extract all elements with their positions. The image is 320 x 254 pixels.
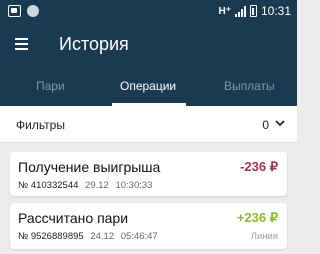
operation-meta: № 9526889895 24.12 05:46:47	[18, 231, 158, 242]
operation-title: Рассчитано пари	[18, 210, 129, 226]
filters-label: Фильтры	[16, 118, 65, 132]
tab-operations[interactable]: Операции	[120, 79, 176, 93]
status-bar: H⁺ 10:31	[0, 0, 297, 24]
chevron-down-icon[interactable]	[274, 117, 286, 129]
app-bar: История	[0, 24, 297, 66]
operation-date: 24.12	[90, 231, 115, 242]
operation-amount: +236 ₽	[236, 210, 278, 225]
tab-bar: Пари Операции Выплаты	[0, 66, 297, 106]
filters-bar[interactable]: Фильтры 0	[0, 106, 297, 143]
photo-notification-icon	[8, 5, 21, 17]
operation-date: 29.12	[85, 180, 109, 191]
operation-number: № 410332544	[18, 180, 79, 191]
operation-number: № 9526889895	[18, 231, 84, 242]
signal-strength-icon	[234, 5, 246, 17]
operation-amount: -236 ₽	[240, 159, 278, 174]
operation-time: 05:46:47	[120, 231, 158, 242]
network-type-label: H⁺	[218, 5, 231, 17]
page-title: История	[59, 34, 129, 54]
operation-card[interactable]: Рассчитано пари +236 ₽ № 9526889895 24.1…	[10, 203, 287, 249]
status-time: 10:31	[260, 4, 291, 18]
operation-meta: № 410332544 29.12 10:30:33	[18, 180, 152, 191]
filters-count: 0	[262, 118, 269, 132]
tab-payouts[interactable]: Выплаты	[224, 79, 275, 93]
operation-title: Получение выигрыша	[18, 159, 161, 175]
operation-card[interactable]: Получение выигрыша -236 ₽ № 410332544 29…	[10, 152, 287, 196]
tab-bets[interactable]: Пари	[36, 79, 65, 93]
operation-type: Линия	[250, 231, 278, 242]
app-notification-icon	[27, 5, 39, 17]
battery-icon	[249, 5, 257, 17]
hamburger-menu-icon[interactable]	[15, 38, 28, 50]
operation-time: 10:30:33	[115, 180, 153, 191]
